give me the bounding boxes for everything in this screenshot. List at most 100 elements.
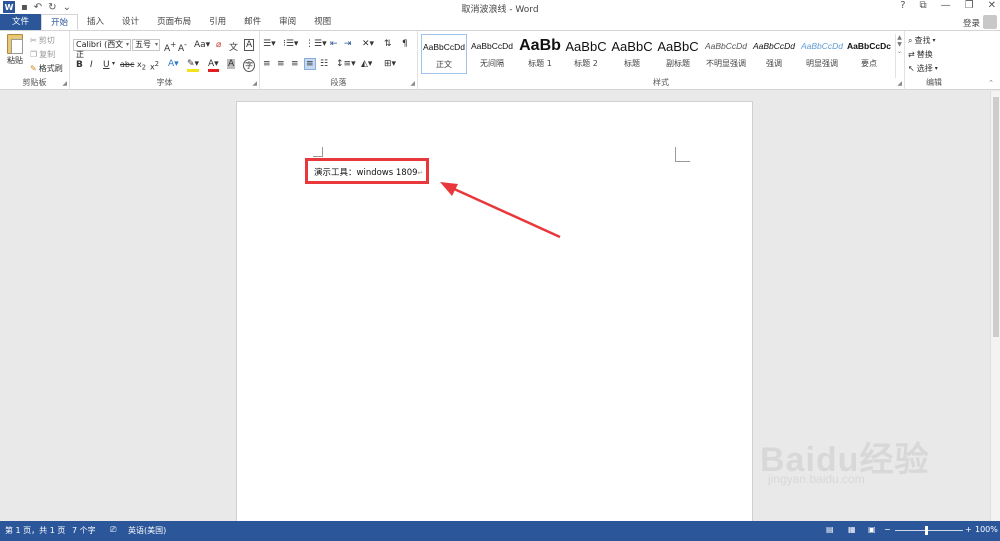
- chevron-up-icon[interactable]: ▲: [896, 34, 903, 41]
- paragraph-launcher-icon[interactable]: ◢: [410, 80, 415, 87]
- zoom-level[interactable]: 100%: [975, 525, 998, 534]
- annotation-highlight-box: [305, 158, 429, 184]
- tab-file[interactable]: 文件: [0, 14, 42, 30]
- scrollbar-thumb[interactable]: [993, 97, 999, 337]
- avatar[interactable]: [983, 15, 997, 29]
- align-right-icon[interactable]: ≡: [291, 59, 299, 69]
- help-button[interactable]: ?: [900, 0, 905, 11]
- print-layout-icon[interactable]: ▦: [848, 525, 856, 534]
- copy-button[interactable]: ❐ 复制: [30, 49, 55, 60]
- collapse-ribbon-icon[interactable]: ⌃: [988, 79, 994, 87]
- bullets-icon[interactable]: ☰▾: [263, 39, 276, 49]
- zoom-in-icon[interactable]: +: [965, 525, 972, 534]
- subscript-icon[interactable]: x2: [137, 60, 146, 72]
- tab-references[interactable]: 引用: [200, 14, 235, 30]
- styles-launcher-icon[interactable]: ◢: [897, 80, 902, 87]
- chevron-down-icon: ▾: [932, 37, 936, 44]
- language-indicator[interactable]: 英语(美国): [128, 525, 166, 536]
- italic-icon[interactable]: I: [90, 60, 93, 70]
- cut-button[interactable]: ✂ 剪切: [30, 35, 55, 46]
- minimize-button[interactable]: —: [941, 0, 951, 11]
- watermark-url: jingyan.baidu.com: [768, 472, 865, 486]
- sort-icon[interactable]: ⇅: [384, 39, 392, 49]
- enclose-characters-icon[interactable]: 字: [243, 59, 255, 72]
- strikethrough-icon[interactable]: abc: [120, 60, 134, 69]
- login-link[interactable]: 登录: [963, 17, 980, 29]
- style-emphasis[interactable]: AaBbCcDd 强调: [751, 34, 797, 74]
- tab-page-layout[interactable]: 页面布局: [148, 14, 200, 30]
- replace-button[interactable]: ⇄ 替换: [908, 49, 933, 60]
- style-subtle-emphasis[interactable]: AaBbCcDd 不明显强调: [701, 34, 751, 74]
- shading-icon[interactable]: ◭▾: [361, 59, 372, 69]
- ribbon-tabs: 文件 开始 插入 设计 页面布局 引用 邮件 审阅 视图: [0, 14, 1000, 30]
- align-left-icon[interactable]: ≡: [263, 59, 271, 69]
- borders-icon[interactable]: ⊞▾: [384, 59, 396, 69]
- increase-indent-icon[interactable]: ⇥: [344, 39, 352, 49]
- zoom-slider-thumb[interactable]: [925, 526, 928, 535]
- font-size-select[interactable]: 五号 ▾: [132, 39, 160, 51]
- cursor-icon: ↖: [908, 64, 915, 73]
- word-count[interactable]: 7 个字: [72, 525, 96, 536]
- gallery-more-icon[interactable]: ⌄: [896, 48, 903, 55]
- style-subtitle[interactable]: AaBbC 副标题: [655, 34, 701, 74]
- align-center-icon[interactable]: ≡: [277, 59, 285, 69]
- find-button[interactable]: ⌕ 查找 ▾: [908, 35, 936, 46]
- read-mode-icon[interactable]: ▤: [826, 525, 834, 534]
- grow-font-icon[interactable]: A+: [164, 40, 176, 54]
- style-title[interactable]: AaBbC 标题: [609, 34, 655, 74]
- chinese-layout-icon[interactable]: ✕▾: [362, 39, 374, 49]
- underline-dropdown-icon[interactable]: ▾: [112, 60, 115, 67]
- web-layout-icon[interactable]: ▣: [868, 525, 876, 534]
- vertical-scrollbar[interactable]: [990, 91, 1000, 521]
- style-heading-2[interactable]: AaBbC 标题 2: [563, 34, 609, 74]
- text-effects-icon[interactable]: A▾: [168, 59, 179, 69]
- tab-view[interactable]: 视图: [305, 14, 340, 30]
- restore-button[interactable]: ❐: [965, 0, 974, 11]
- line-spacing-icon[interactable]: ↕≡▾: [336, 59, 356, 69]
- style-heading-1[interactable]: AaBb 标题 1: [517, 34, 563, 74]
- multilevel-list-icon[interactable]: ⋮☰▾: [305, 39, 327, 49]
- page-count[interactable]: 第 1 页，共 1 页: [5, 525, 65, 536]
- chevron-down-icon[interactable]: ▼: [896, 41, 903, 48]
- show-marks-icon[interactable]: ¶: [402, 39, 408, 49]
- tab-insert[interactable]: 插入: [78, 14, 113, 30]
- clear-formatting-icon[interactable]: ⌀: [216, 40, 221, 50]
- change-case-icon[interactable]: Aa▾: [194, 40, 210, 50]
- superscript-icon[interactable]: x2: [150, 60, 159, 72]
- paste-button[interactable]: 粘贴: [7, 34, 23, 66]
- ribbon-display-button[interactable]: ⧉: [920, 0, 927, 11]
- font-color-icon[interactable]: A▾: [208, 59, 219, 72]
- close-button[interactable]: ✕: [988, 0, 996, 11]
- character-shading-icon[interactable]: A: [227, 59, 236, 69]
- bold-icon[interactable]: B: [76, 60, 83, 70]
- style-intense-emphasis[interactable]: AaBbCcDd 明显强调: [799, 34, 845, 74]
- clipboard-launcher-icon[interactable]: ◢: [62, 80, 67, 87]
- highlight-color-icon[interactable]: ✎▾: [187, 59, 200, 72]
- tab-home[interactable]: 开始: [41, 14, 79, 30]
- tab-design[interactable]: 设计: [113, 14, 148, 30]
- font-launcher-icon[interactable]: ◢: [252, 80, 257, 87]
- font-name-select[interactable]: Calibri (西文正 ▾: [73, 39, 131, 59]
- style-normal[interactable]: AaBbCcDd 正文: [421, 34, 467, 74]
- decrease-indent-icon[interactable]: ⇤: [330, 39, 338, 49]
- style-strong[interactable]: AaBbCcDc 要点: [845, 34, 893, 74]
- style-no-spacing[interactable]: AaBbCcDd 无间隔: [469, 34, 515, 74]
- phonetic-guide-icon[interactable]: 文: [229, 40, 238, 53]
- numbering-icon[interactable]: ⁝☰▾: [283, 39, 298, 49]
- character-border-icon[interactable]: A: [244, 39, 255, 51]
- distributed-icon[interactable]: ☷: [320, 59, 328, 69]
- shrink-font-icon[interactable]: A-: [178, 40, 187, 54]
- format-painter-button[interactable]: ✎ 格式刷: [30, 63, 63, 74]
- window-controls: ? ⧉ — ❐ ✕: [900, 0, 996, 11]
- justify-icon[interactable]: ≡: [304, 58, 316, 70]
- proofing-icon[interactable]: ⎚: [110, 525, 116, 535]
- zoom-out-icon[interactable]: −: [884, 525, 891, 534]
- select-button[interactable]: ↖ 选择 ▾: [908, 63, 938, 74]
- underline-icon[interactable]: U: [103, 60, 110, 70]
- cut-label: 剪切: [38, 36, 55, 45]
- styles-gallery-scroll[interactable]: ▲ ▼ ⌄: [895, 34, 903, 78]
- tab-mailings[interactable]: 邮件: [235, 14, 270, 30]
- zoom-slider[interactable]: [895, 530, 963, 531]
- tab-review[interactable]: 审阅: [270, 14, 305, 30]
- paragraph-group: ☰▾ ⁝☰▾ ⋮☰▾ ⇤ ⇥ ✕▾ ⇅ ¶ ≡ ≡ ≡ ≡ ☷ ↕≡▾ ◭▾ ⊞…: [260, 31, 418, 90]
